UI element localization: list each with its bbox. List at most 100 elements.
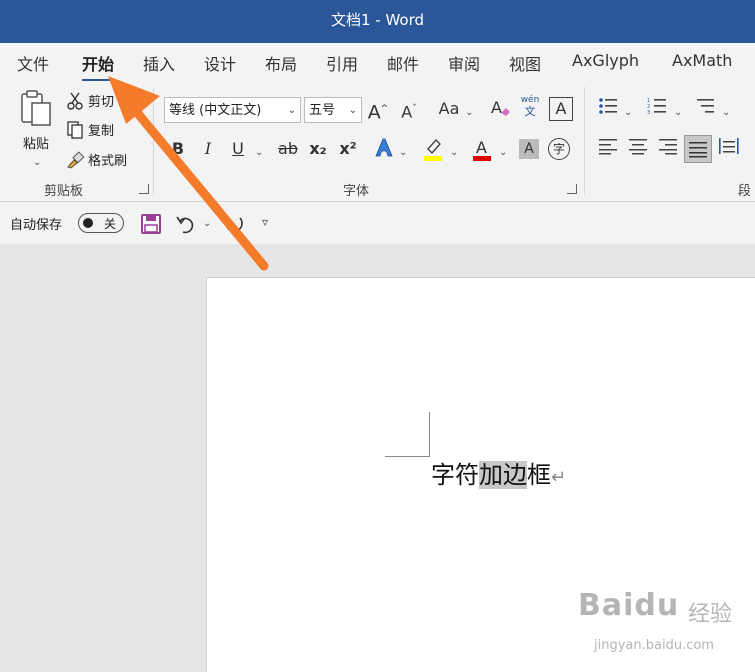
numbered-list-icon: 1 2 3 — [647, 98, 666, 116]
chevron-down-icon[interactable]: ⌄ — [499, 147, 507, 158]
ribbon: 粘贴 ⌄ 剪切 复制 格式刷 剪贴板 等线 (中文正文) ⌄ 五号 ⌄ A^ A… — [0, 81, 755, 202]
svg-text:3: 3 — [647, 110, 650, 115]
numbering-button[interactable]: 1 2 3 — [645, 97, 669, 121]
copy-button[interactable]: 复制 — [66, 120, 114, 139]
text-after: 框 — [527, 461, 551, 489]
menu-bar: 文件 开始 插入 设计 布局 引用 邮件 审阅 视图 AxGlyph AxMat… — [0, 43, 755, 82]
redo-button[interactable] — [222, 213, 246, 239]
chevron-down-icon[interactable]: ⌄ — [624, 107, 632, 118]
autosave-toggle[interactable]: 关 — [78, 213, 124, 233]
scissors-icon — [67, 92, 83, 110]
copy-icon — [67, 120, 83, 139]
font-name-select[interactable]: 等线 (中文正文) ⌄ — [164, 97, 301, 123]
chevron-down-icon[interactable]: ⌄ — [450, 147, 458, 158]
chevron-down-icon[interactable]: ⌄ — [465, 107, 473, 118]
format-painter-label: 格式刷 — [88, 154, 128, 169]
autosave-label: 自动保存 — [10, 218, 63, 233]
bullets-button[interactable] — [596, 97, 620, 121]
font-color-icon: A — [473, 138, 491, 161]
grow-font-button[interactable]: A^ — [366, 97, 390, 123]
paste-button[interactable]: 粘贴 ⌄ — [14, 89, 58, 168]
group-divider — [584, 87, 585, 195]
paintbrush-icon — [67, 150, 84, 169]
tab-references[interactable]: 引用 — [326, 51, 358, 75]
tab-mailings[interactable]: 邮件 — [387, 51, 419, 75]
title-bar: 文档1 - Word — [0, 0, 755, 43]
align-left-icon — [599, 139, 617, 155]
chevron-down-icon[interactable]: ⌄ — [399, 147, 407, 158]
cut-button[interactable]: 剪切 — [66, 91, 114, 110]
margin-corner-mark — [429, 412, 430, 456]
chevron-down-icon: ⌄ — [348, 105, 357, 116]
quick-access-toolbar: 自动保存 关 ⌄ ▿ — [0, 202, 755, 244]
character-shading-button[interactable]: A — [519, 139, 539, 159]
italic-button[interactable]: I — [196, 137, 220, 161]
text-effects-button[interactable] — [372, 137, 396, 161]
tab-insert[interactable]: 插入 — [143, 51, 175, 75]
font-launcher-icon[interactable] — [567, 184, 577, 194]
tab-design[interactable]: 设计 — [204, 51, 236, 75]
phonetic-guide-button[interactable]: wén 文 — [518, 95, 542, 119]
clipboard-launcher-icon[interactable] — [139, 184, 149, 194]
justify-button[interactable] — [684, 135, 712, 163]
chevron-down-icon[interactable]: ⌄ — [722, 107, 730, 118]
font-group-label: 字体 — [343, 184, 370, 199]
svg-text:A: A — [476, 138, 487, 157]
undo-button[interactable] — [175, 213, 197, 239]
chevron-down-icon[interactable]: ⌄ — [674, 107, 682, 118]
align-center-button[interactable] — [626, 137, 650, 161]
document-text[interactable]: 字符加边框↵ — [431, 458, 566, 495]
format-painter-button[interactable]: 格式刷 — [66, 150, 127, 169]
enclose-characters-button[interactable]: 字 — [548, 138, 570, 160]
character-border-button[interactable]: A — [549, 97, 573, 121]
tab-axglyph[interactable]: AxGlyph — [572, 51, 639, 70]
tab-axmath[interactable]: AxMath — [672, 51, 732, 70]
change-case-button[interactable]: Aa — [434, 97, 464, 121]
align-left-button[interactable] — [596, 137, 620, 161]
align-center-icon — [629, 139, 647, 155]
chevron-down-icon: ⌄ — [287, 105, 296, 116]
shrink-font-button[interactable]: Aˇ — [397, 97, 421, 121]
margin-corner-mark — [385, 456, 430, 457]
copy-label: 复制 — [88, 124, 115, 139]
distributed-button[interactable] — [717, 137, 741, 161]
bullet-list-icon — [599, 98, 617, 114]
tab-home[interactable]: 开始 — [82, 51, 115, 82]
window-title: 文档1 - Word — [330, 11, 425, 29]
clipboard-group-label: 剪贴板 — [44, 184, 84, 199]
tab-file[interactable]: 文件 — [17, 51, 49, 75]
redo-icon — [225, 217, 243, 233]
customize-qat-icon[interactable]: ▿ — [262, 215, 268, 229]
paste-label: 粘贴 — [22, 137, 49, 152]
selected-text: 加边 — [479, 461, 527, 489]
underline-button[interactable]: U — [226, 137, 250, 161]
paragraph-group-label: 段 — [738, 184, 752, 199]
multilevel-list-button[interactable] — [694, 97, 718, 121]
highlight-color-button[interactable] — [421, 137, 445, 161]
save-button[interactable] — [141, 214, 161, 238]
text-effects-icon — [375, 138, 393, 157]
tab-view[interactable]: 视图 — [509, 51, 541, 75]
clear-format-icon: A — [491, 98, 510, 117]
autosave-state: 关 — [103, 217, 116, 231]
tab-layout[interactable]: 布局 — [265, 51, 297, 75]
paragraph-mark: ↵ — [551, 467, 567, 488]
toggle-knob — [83, 218, 93, 228]
strikethrough-button[interactable]: ab — [273, 137, 303, 161]
font-size-select[interactable]: 五号 ⌄ — [304, 97, 362, 123]
undo-icon — [176, 216, 194, 234]
chevron-down-icon[interactable]: ⌄ — [255, 147, 263, 158]
bold-button[interactable]: B — [166, 137, 190, 161]
justify-icon — [689, 142, 707, 158]
watermark-brand-cn: 经验 — [688, 602, 733, 627]
chevron-down-icon[interactable]: ⌄ — [203, 218, 211, 229]
chevron-down-icon: ⌄ — [33, 157, 42, 168]
clear-format-button[interactable]: A — [488, 97, 512, 121]
distributed-icon — [719, 138, 739, 154]
superscript-button[interactable]: x² — [336, 137, 360, 161]
font-color-button[interactable]: A — [470, 137, 494, 161]
text-before: 字符 — [431, 461, 479, 489]
align-right-button[interactable] — [656, 137, 680, 161]
tab-review[interactable]: 审阅 — [448, 51, 480, 75]
subscript-button[interactable]: x₂ — [306, 137, 330, 161]
